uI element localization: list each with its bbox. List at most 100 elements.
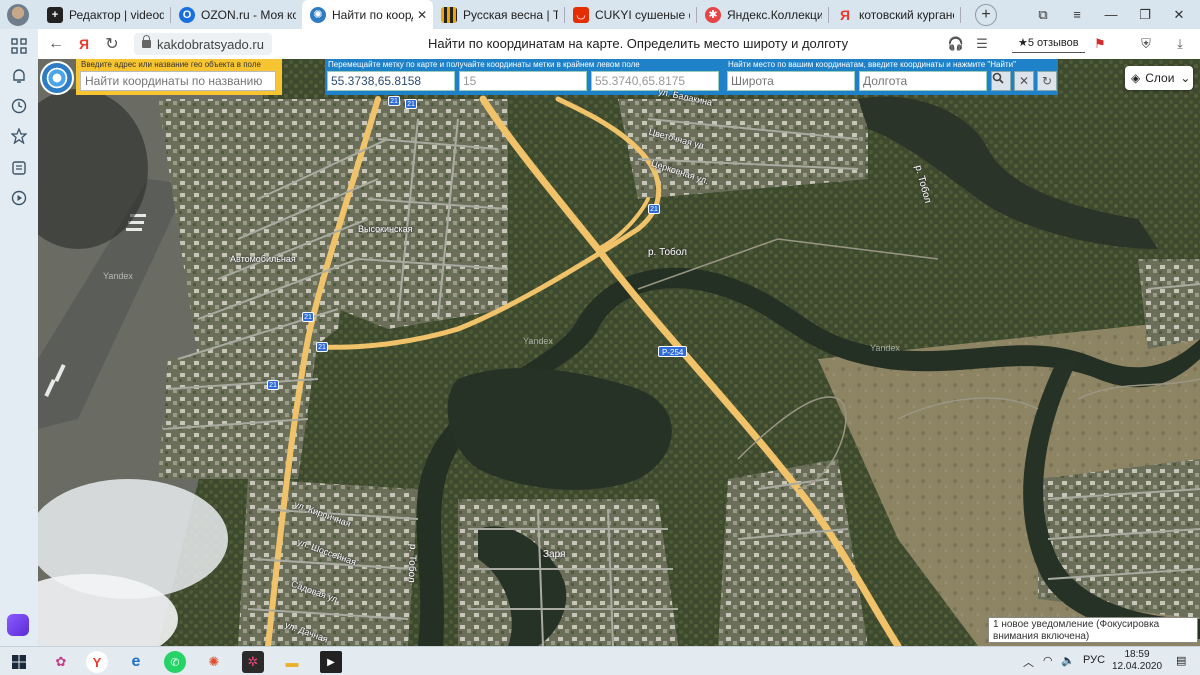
- bookmark-flag-icon[interactable]: ⚑: [1090, 34, 1110, 54]
- river-label: р. Тобол: [648, 247, 687, 258]
- search-hint: Введите адрес или название гео объекта в…: [81, 60, 261, 69]
- refresh-icon[interactable]: ↻: [1037, 71, 1057, 91]
- edge-icon[interactable]: e: [125, 651, 147, 673]
- volume-icon[interactable]: 🔈: [1061, 654, 1075, 667]
- compass-icon: ✺: [310, 6, 326, 23]
- route-badge: 21: [267, 380, 279, 390]
- tab-russkaya-vesna[interactable]: Русская весна | Толь: [433, 0, 564, 29]
- map-imagery: [38, 59, 1200, 646]
- find-hint: Найти место по вашим координатам, введит…: [728, 60, 1016, 69]
- street-label: Автомобильная: [230, 254, 296, 264]
- map-watermark: Yandex: [103, 271, 133, 281]
- notification-toast[interactable]: 1 новое уведомление (Фокусировка внимани…: [988, 617, 1198, 643]
- lock-icon: [142, 35, 151, 48]
- tab-videodoro[interactable]: + Редактор | videodoro: [39, 0, 170, 29]
- reader-mode-icon[interactable]: ☰: [972, 34, 992, 54]
- url-field[interactable]: kakdobratsyado.ru: [134, 33, 272, 55]
- headphones-icon[interactable]: 🎧: [946, 34, 966, 54]
- app-dark-icon[interactable]: ✲: [242, 651, 264, 673]
- reviews-button[interactable]: ★5 отзывов: [1012, 33, 1085, 53]
- tab-ozon[interactable]: O OZON.ru - Моя корз: [171, 0, 302, 29]
- pinwheel-icon[interactable]: ✺: [203, 651, 225, 673]
- tab-label: Редактор | videodoro: [69, 7, 164, 22]
- clock-time: 18:59: [1124, 649, 1150, 660]
- marker-coords-hint: Перемещайте метку по карте и получайте к…: [328, 60, 640, 69]
- tab-label: Русская весна | Толь: [463, 7, 558, 22]
- bookmarks-star-icon[interactable]: [9, 126, 29, 146]
- protect-icon[interactable]: ⛨: [1136, 34, 1156, 54]
- zoom-field[interactable]: [459, 71, 587, 91]
- street-label: Высокинская: [358, 224, 413, 234]
- tab-label: OZON.ru - Моя корз: [201, 7, 296, 22]
- river-label: р. Тобол: [405, 543, 418, 583]
- page-title: Найти по координатам на карте. Определит…: [428, 36, 849, 51]
- layers-button[interactable]: ◈ Слои ⌄: [1125, 66, 1193, 90]
- tab-aliexpress[interactable]: ◡ CUKYI сушеные фру: [565, 0, 696, 29]
- yandex-icon: Я: [839, 6, 851, 23]
- map-watermark: Yandex: [523, 336, 553, 346]
- alice-assistant-icon[interactable]: [7, 614, 29, 636]
- clock-date: 12.04.2020: [1111, 661, 1163, 672]
- site-logo[interactable]: [40, 61, 74, 95]
- route-badge: 21: [648, 204, 660, 214]
- new-tab-button[interactable]: +: [975, 3, 997, 26]
- tab-label: Найти по координ: [332, 7, 413, 22]
- tab-divider: [960, 6, 961, 23]
- address-search-panel: Введите адрес или название гео объекта в…: [76, 59, 282, 95]
- marker-coords-field[interactable]: [327, 71, 455, 91]
- browser-sidebar: [0, 29, 38, 646]
- ribbon-icon: [441, 6, 457, 23]
- profile-avatar[interactable]: [7, 3, 29, 26]
- plus-icon: +: [47, 6, 63, 23]
- tab-label: Яндекс.Коллекции: [727, 7, 822, 22]
- tray-chevron-up-icon[interactable]: ︿: [1023, 654, 1034, 670]
- address-search-input[interactable]: [80, 71, 276, 91]
- longitude-input[interactable]: [859, 71, 987, 91]
- play-video-icon[interactable]: [9, 188, 29, 208]
- wifi-icon[interactable]: ◠: [1043, 654, 1053, 667]
- windows-start-icon[interactable]: [8, 651, 30, 673]
- satellite-map[interactable]: Введите адрес или название гео объекта в…: [38, 59, 1200, 646]
- windows-taskbar: ✿ Y e ✆ ✺ ✲ ▬ ▶ ︿ ◠ 🔈 РУС 18:59 12.04.20…: [0, 646, 1200, 675]
- aliexpress-icon: ◡: [573, 6, 589, 23]
- file-explorer-icon[interactable]: ▬: [281, 651, 303, 673]
- route-badge: 21: [405, 99, 417, 109]
- download-icon[interactable]: ⤓: [1170, 34, 1190, 54]
- collections-icon: ✱: [705, 6, 721, 23]
- back-arrow-icon[interactable]: ←: [42, 30, 70, 58]
- layers-label: Слои: [1145, 71, 1175, 85]
- reload-icon[interactable]: ↻: [98, 30, 126, 58]
- app-swirl-icon[interactable]: ✿: [50, 651, 72, 673]
- layers-icon: ◈: [1131, 71, 1141, 85]
- tab-yandex-collections[interactable]: ✱ Яндекс.Коллекции: [697, 0, 828, 29]
- restore-icon[interactable]: ❐: [1128, 0, 1162, 29]
- tab-kotovsky[interactable]: Я котовский курганска: [829, 0, 960, 29]
- latitude-input[interactable]: [727, 71, 855, 91]
- apps-grid-icon[interactable]: [9, 36, 29, 56]
- yandex-browser-icon[interactable]: Y: [86, 651, 108, 673]
- clear-icon[interactable]: ✕: [1014, 71, 1034, 91]
- browser-tabstrip: + Редактор | videodoro O OZON.ru - Моя к…: [0, 0, 1200, 29]
- tab-coordinates[interactable]: ✺ Найти по координ ✕: [302, 0, 433, 29]
- language-indicator[interactable]: РУС: [1083, 654, 1105, 666]
- tab-label: CUKYI сушеные фру: [595, 7, 690, 22]
- history-clock-icon[interactable]: [9, 96, 29, 116]
- video-player-icon[interactable]: ▶: [320, 651, 342, 673]
- close-tab-icon[interactable]: ✕: [417, 8, 427, 22]
- notification-center-icon[interactable]: ▤: [1176, 654, 1186, 667]
- tab-label: котовский курганска: [859, 7, 954, 22]
- find-by-coords-panel: Найти место по вашим координатам, введит…: [725, 59, 1058, 95]
- close-window-icon[interactable]: ✕: [1162, 0, 1196, 29]
- settlement-label: Заря: [543, 549, 566, 560]
- center-coords-field[interactable]: [591, 71, 719, 91]
- search-icon[interactable]: [991, 71, 1011, 91]
- clock[interactable]: 18:59 12.04.2020: [1110, 649, 1164, 673]
- yandex-logo-icon[interactable]: Я: [70, 30, 98, 58]
- whatsapp-icon[interactable]: ✆: [164, 651, 186, 673]
- route-badge: 21: [302, 312, 314, 322]
- bell-icon[interactable]: [9, 66, 29, 86]
- menu-icon[interactable]: ≡: [1060, 0, 1094, 29]
- minimize-icon[interactable]: —: [1094, 0, 1128, 29]
- notes-icon[interactable]: [9, 158, 29, 178]
- tab-manager-icon[interactable]: ⧉: [1026, 0, 1060, 29]
